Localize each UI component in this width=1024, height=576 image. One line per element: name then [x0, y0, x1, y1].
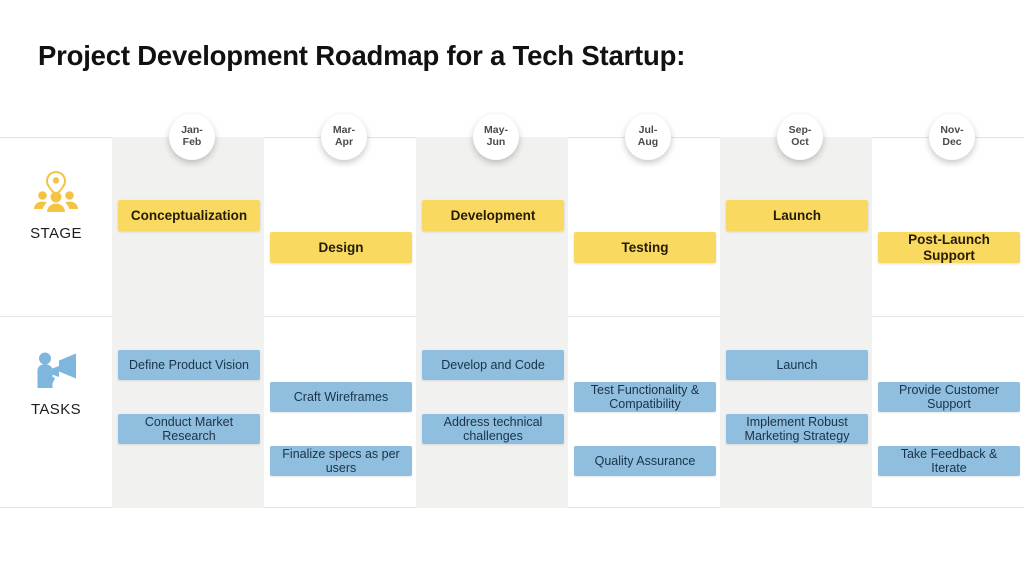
row-label-tasks: TASKS: [0, 349, 112, 418]
period-label-line2: Feb: [182, 136, 202, 148]
task-bar-label: Take Feedback & Iterate: [900, 446, 998, 475]
column-band: [112, 137, 264, 508]
task-bar-label: Address technical challenges: [443, 414, 543, 443]
row-label-text: TASKS: [30, 401, 82, 418]
task-bar[interactable]: Conduct Market Research: [118, 414, 260, 444]
task-bar-label: Craft Wireframes: [293, 389, 389, 404]
task-bar[interactable]: Craft Wireframes: [270, 382, 412, 412]
stage-bar-label: Launch: [772, 207, 821, 223]
stage-bar[interactable]: Design: [270, 232, 412, 263]
stage-bar-label: Conceptualization: [130, 207, 248, 223]
stage-bar[interactable]: Launch: [726, 200, 868, 231]
period-badge-3: May- Jun: [473, 114, 519, 160]
period-badge-4: Jul- Aug: [625, 114, 671, 160]
task-bar[interactable]: Take Feedback & Iterate: [878, 446, 1020, 476]
task-bar[interactable]: Finalize specs as per users: [270, 446, 412, 476]
period-label-line2: Apr: [334, 136, 354, 148]
row-label-stage: STAGE: [0, 170, 112, 242]
task-bar[interactable]: Provide Customer Support: [878, 382, 1020, 412]
period-label-line2: Jun: [486, 136, 506, 148]
period-badge-5: Sep- Oct: [777, 114, 823, 160]
row-label-text: STAGE: [30, 225, 82, 242]
page-title: Project Development Roadmap for a Tech S…: [38, 40, 686, 71]
roadmap-chart: Jan- Feb Mar- Apr May- Jun Jul- Aug Sep- Oct Nov- D…: [0, 114, 1024, 508]
period-badge-2: Mar- Apr: [321, 114, 367, 160]
task-bar-label: Launch: [776, 357, 818, 372]
column-band: [720, 137, 872, 508]
task-bar[interactable]: Quality Assurance: [574, 446, 716, 476]
stage-bar-label: Testing: [621, 239, 669, 255]
task-bar-label: Define Product Vision: [129, 357, 249, 372]
task-bar-label: Finalize specs as per users: [282, 446, 400, 475]
period-label-line2: Aug: [637, 136, 659, 148]
people-group-pin-icon: [33, 170, 79, 218]
task-bar[interactable]: Test Functionality & Compatibility: [574, 382, 716, 412]
task-bar-label: Test Functionality & Compatibility: [590, 382, 700, 411]
period-badge-1: Jan- Feb: [169, 114, 215, 160]
task-bar[interactable]: Address technical challenges: [422, 414, 564, 444]
stage-bar-label: Post-Launch Support: [908, 231, 990, 263]
stage-bar-label: Development: [450, 207, 536, 223]
task-bar-label: Provide Customer Support: [898, 382, 1000, 411]
stage-bar[interactable]: Development: [422, 200, 564, 231]
task-bar[interactable]: Develop and Code: [422, 350, 564, 380]
task-bar-label: Implement Robust Marketing Strategy: [744, 414, 850, 443]
stage-bar[interactable]: Testing: [574, 232, 716, 263]
task-bar-label: Develop and Code: [441, 357, 545, 372]
roadmap-page: Project Development Roadmap for a Tech S…: [0, 0, 1024, 576]
stage-bar-label: Design: [318, 239, 364, 255]
task-bar[interactable]: Define Product Vision: [118, 350, 260, 380]
task-bar[interactable]: Launch: [726, 350, 868, 380]
stage-bar[interactable]: Conceptualization: [118, 200, 260, 231]
period-label-line2: Oct: [791, 136, 809, 148]
stage-bar[interactable]: Post-Launch Support: [878, 232, 1020, 263]
column-band: [416, 137, 568, 508]
task-bar[interactable]: Implement Robust Marketing Strategy: [726, 414, 868, 444]
period-label-line2: Dec: [942, 136, 962, 148]
task-bar-label: Quality Assurance: [594, 453, 696, 468]
person-megaphone-icon: [32, 349, 80, 394]
task-bar-label: Conduct Market Research: [144, 414, 234, 443]
period-badge-6: Nov- Dec: [929, 114, 975, 160]
